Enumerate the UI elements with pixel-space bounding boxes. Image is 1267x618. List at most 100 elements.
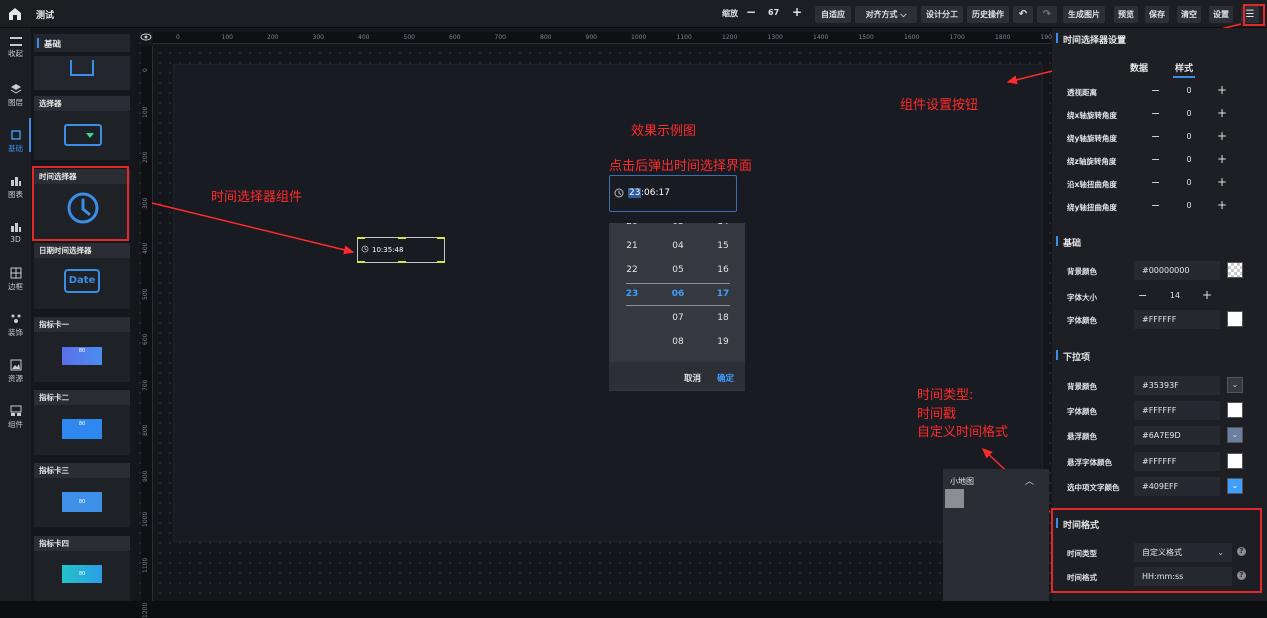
generate-image-button[interactable]: 生成图片 — [1063, 6, 1105, 23]
history-button[interactable]: 历史操作 — [967, 6, 1009, 23]
card-indicator-3-label: 指标卡三 — [34, 463, 130, 478]
font-size-label: 字体大小 — [1067, 293, 1097, 302]
chevron-down-icon: ⌵ — [900, 10, 907, 19]
perspective-stepper[interactable]: −0 + — [1143, 82, 1235, 101]
dropdown-bg-input[interactable]: #35393F — [1134, 376, 1220, 395]
ruler-tick: 600 — [142, 333, 149, 345]
ruler-tick: 400 — [142, 242, 149, 254]
decoration-icon — [11, 314, 20, 323]
zoom-value[interactable]: 67 — [768, 8, 779, 17]
second-item[interactable]: 19 — [708, 337, 738, 347]
selected-font-swatch[interactable]: ⌄ — [1227, 478, 1243, 494]
plus-button[interactable]: + — [1217, 106, 1227, 120]
selected-font-input[interactable]: #409EFF — [1134, 477, 1220, 496]
section-marker — [37, 38, 39, 48]
settings-button[interactable]: 设置 — [1209, 6, 1233, 23]
minimap[interactable]: 小地图 ︿ — [943, 469, 1049, 601]
minute-item[interactable]: 05 — [663, 265, 693, 275]
eye-icon[interactable] — [140, 31, 152, 43]
minimap-viewport[interactable] — [945, 489, 964, 508]
cancel-button[interactable]: 取消 — [684, 372, 701, 384]
minute-item[interactable]: 07 — [663, 313, 693, 323]
align-button[interactable]: 对齐方式 ⌵ — [855, 6, 917, 23]
minute-item[interactable]: 08 — [663, 337, 693, 347]
second-item-selected[interactable]: 17 — [708, 289, 738, 299]
rotate-y-stepper[interactable]: −0 + — [1143, 128, 1235, 147]
nav-3d[interactable]: 3D — [0, 218, 31, 250]
component-card-partial[interactable] — [34, 56, 130, 90]
plus-button[interactable]: + — [1217, 175, 1227, 189]
font-size-stepper[interactable]: −14 + — [1130, 287, 1220, 306]
section-marker — [1056, 236, 1058, 246]
second-item[interactable]: 15 — [708, 241, 738, 251]
ruler-tick: 1400 — [813, 34, 829, 41]
nav-widgets[interactable]: 组件 — [0, 402, 31, 434]
zoom-minus-button[interactable]: − — [746, 5, 756, 19]
bg-color-input[interactable]: #00000000 — [1134, 261, 1220, 280]
nav-collapse[interactable]: 收起 — [0, 34, 31, 66]
tab-style[interactable]: 样式 — [1175, 61, 1193, 74]
design-screen[interactable] — [173, 64, 1043, 542]
minute-item-selected[interactable]: 06 — [663, 289, 693, 299]
ruler-tick: 0 — [176, 34, 180, 41]
design-division-button[interactable]: 设计分工 — [921, 6, 963, 23]
font-color-input[interactable]: #FFFFFF — [1134, 310, 1220, 329]
dropdown-font-swatch[interactable] — [1227, 402, 1243, 418]
redo-icon[interactable]: ↷ — [1037, 6, 1057, 23]
nav-decoration[interactable]: 装饰 — [0, 310, 31, 342]
plus-button[interactable]: + — [1202, 288, 1212, 302]
basic-section-title: 基础 — [1063, 239, 1082, 249]
zoom-plus-button[interactable]: + — [792, 5, 802, 19]
preview-button[interactable]: 预览 — [1114, 6, 1138, 23]
plus-button[interactable]: + — [1217, 198, 1227, 212]
selection-line-top — [626, 283, 730, 284]
card-indicator-1[interactable]: 指标卡一 80 — [34, 317, 130, 382]
plus-button[interactable]: + — [1217, 152, 1227, 166]
minute-item[interactable]: 04 — [663, 241, 693, 251]
home-logo-icon[interactable] — [8, 7, 22, 21]
font-color-swatch[interactable] — [1227, 311, 1243, 327]
hour-item[interactable]: 21 — [617, 241, 647, 251]
chevron-up-icon[interactable]: ︿ — [1025, 474, 1034, 487]
dropdown-font-label: 字体颜色 — [1067, 407, 1097, 416]
ruler-left: 0 100 200 300 400 500 600 700 800 900 1000 1100 1200 — [141, 46, 153, 618]
card-datetime-picker[interactable]: 日期时间选择器 Date — [34, 243, 130, 309]
second-item[interactable]: 16 — [708, 265, 738, 275]
hover-color-input[interactable]: #6A7E9D — [1134, 426, 1220, 445]
indicator-preview: 80 — [62, 347, 102, 365]
clear-button[interactable]: 清空 — [1177, 6, 1201, 23]
card-indicator-4[interactable]: 指标卡四 80 — [34, 536, 130, 601]
plus-button[interactable]: + — [1217, 83, 1227, 97]
plus-button[interactable]: + — [1217, 129, 1227, 143]
undo-icon[interactable]: ↶ — [1013, 6, 1033, 23]
hour-item[interactable]: 22 — [617, 265, 647, 275]
nav-resources[interactable]: 资源 — [0, 356, 31, 388]
hover-font-swatch[interactable] — [1227, 453, 1243, 469]
nav-frame[interactable]: 边框 — [0, 264, 31, 296]
fit-button[interactable]: 自适应 — [815, 6, 851, 23]
second-item[interactable]: 18 — [708, 313, 738, 323]
layers-icon — [10, 84, 21, 94]
hover-font-input[interactable]: #FFFFFF — [1134, 452, 1220, 471]
hover-color-swatch[interactable]: ⌄ — [1227, 427, 1243, 443]
rotate-x-stepper[interactable]: −0 + — [1143, 105, 1235, 124]
card-body: Date — [34, 258, 130, 309]
dropdown-bg-swatch[interactable]: ⌄ — [1227, 377, 1243, 393]
confirm-button[interactable]: 确定 — [717, 372, 734, 384]
hour-item-selected[interactable]: 23 — [617, 289, 647, 299]
tab-data[interactable]: 数据 — [1130, 61, 1148, 74]
skew-y-stepper[interactable]: −0 + — [1143, 197, 1235, 216]
bg-color-swatch[interactable] — [1227, 262, 1243, 278]
save-button[interactable]: 保存 — [1145, 6, 1169, 23]
nav-layers[interactable]: 图层 — [0, 80, 31, 112]
card-indicator-2[interactable]: 指标卡二 80 — [34, 390, 130, 455]
ruler-tick: 400 — [358, 34, 370, 41]
nav-chart[interactable]: 图表 — [0, 172, 31, 204]
rotate-z-stepper[interactable]: −0 + — [1143, 151, 1235, 170]
settings-highlight-box — [1243, 4, 1265, 26]
skew-x-stepper[interactable]: −0 + — [1143, 174, 1235, 193]
card-indicator-3[interactable]: 指标卡三 80 — [34, 463, 130, 527]
card-select[interactable]: 选择器 — [34, 96, 130, 160]
nav-basic[interactable]: 基础 — [0, 126, 31, 158]
dropdown-font-input[interactable]: #FFFFFF — [1134, 401, 1220, 420]
